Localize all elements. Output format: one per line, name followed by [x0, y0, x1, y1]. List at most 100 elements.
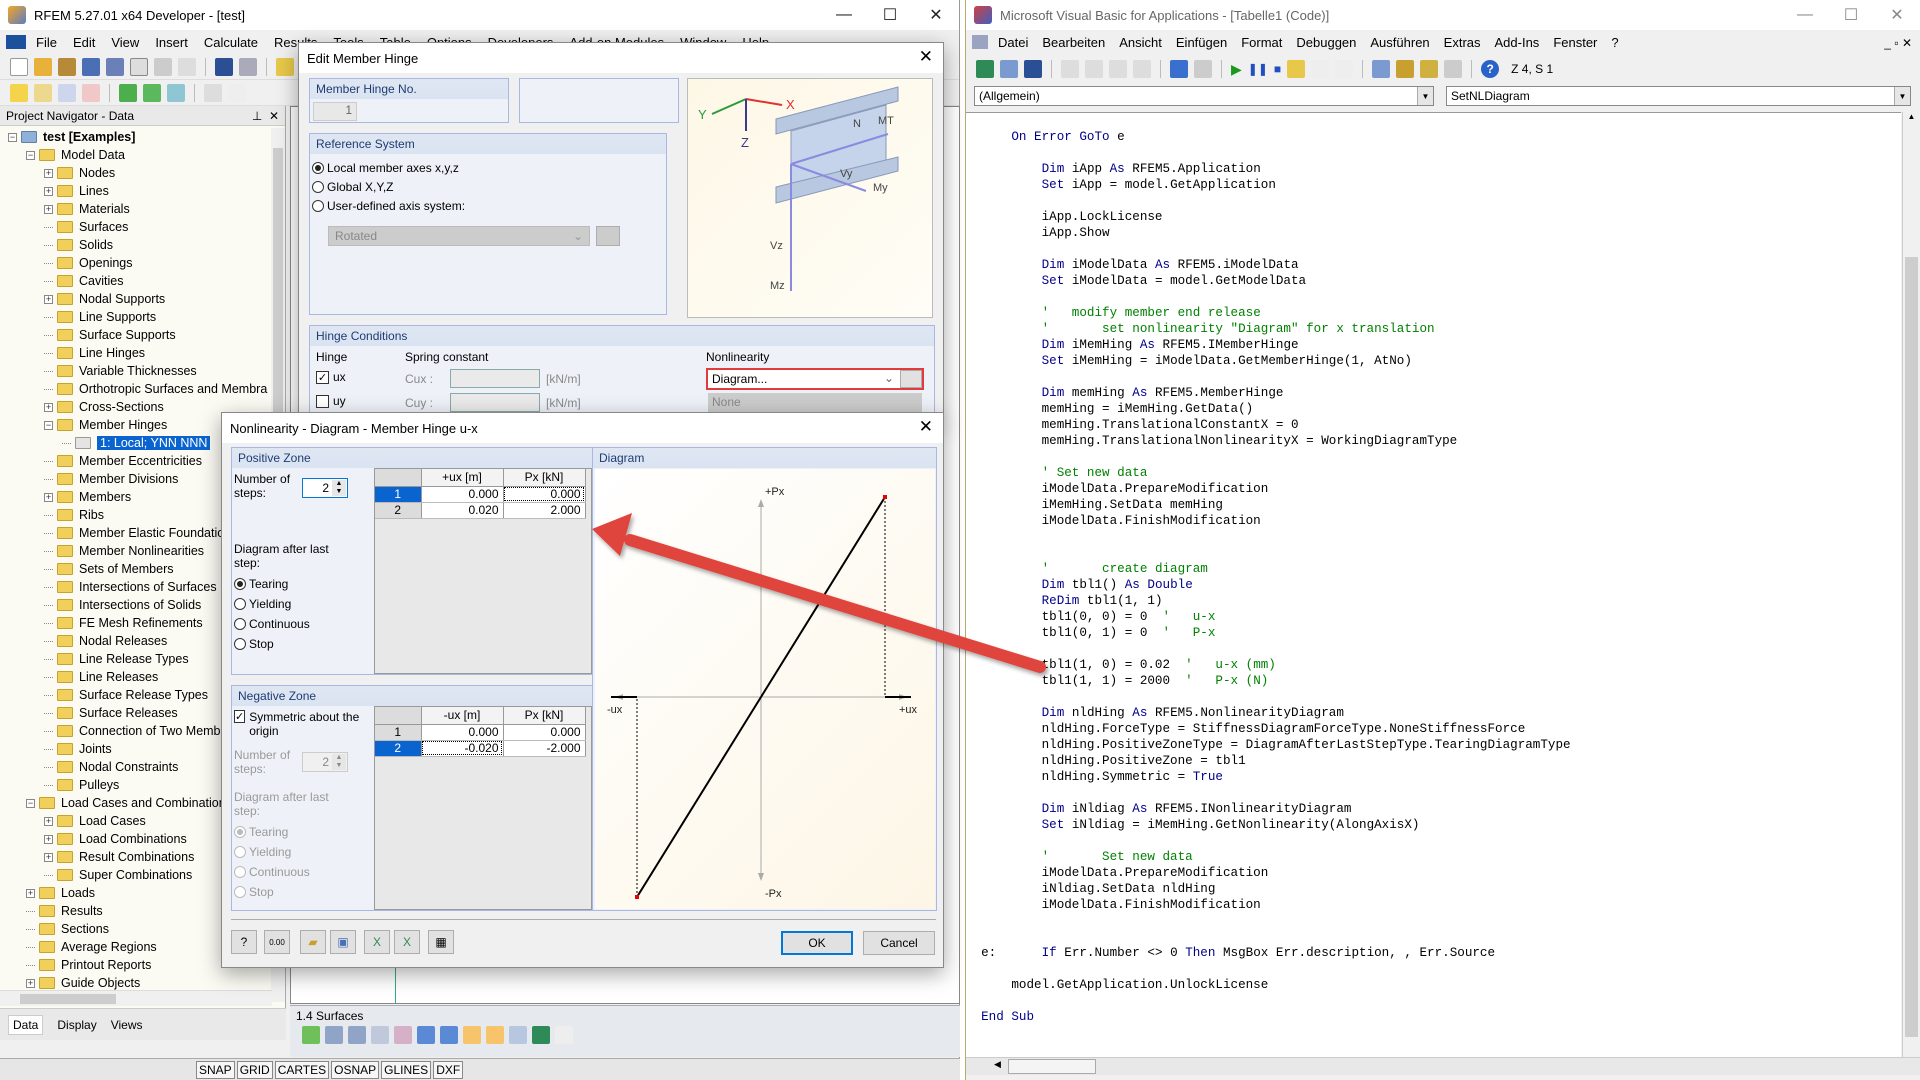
collapse-icon[interactable]: −: [26, 798, 35, 808]
collapse-icon[interactable]: −: [8, 132, 17, 142]
code-line[interactable]: iNldiag.SetData nldHing: [966, 881, 1901, 897]
collapse-icon[interactable]: −: [44, 420, 53, 430]
mdi-restore[interactable]: ▫: [1894, 36, 1898, 50]
chevron-down-icon[interactable]: ▼: [1417, 87, 1433, 105]
u-cell[interactable]: -0.020: [421, 740, 504, 757]
maximize-button[interactable]: ☐: [1828, 0, 1874, 30]
menu-ansicht[interactable]: Ansicht: [1119, 35, 1162, 50]
expand-icon[interactable]: +: [44, 168, 53, 178]
help-icon[interactable]: ?: [1481, 60, 1500, 78]
table-icon[interactable]: [302, 1026, 320, 1044]
menu-extras[interactable]: Extras: [1444, 35, 1481, 50]
menu-view[interactable]: View: [111, 35, 139, 50]
select-icon[interactable]: [463, 1026, 481, 1044]
new-member-icon[interactable]: [58, 83, 76, 102]
run-icon[interactable]: ▶: [1231, 61, 1242, 78]
redo-icon[interactable]: [239, 57, 257, 76]
code-line[interactable]: [966, 913, 1901, 929]
new-file-icon[interactable]: [10, 57, 28, 76]
nodal-support-icon[interactable]: [119, 83, 137, 102]
save-icon[interactable]: [106, 57, 124, 76]
reference-option[interactable]: User-defined axis system:: [312, 196, 664, 215]
menu-add-ins[interactable]: Add-Ins: [1495, 35, 1540, 50]
axis-system-edit-button[interactable]: [596, 226, 620, 246]
expand-icon[interactable]: +: [44, 492, 53, 502]
pause-icon[interactable]: ❚❚: [1248, 62, 1268, 76]
menu-bearbeiten[interactable]: Bearbeiten: [1042, 35, 1105, 50]
scrollbar-thumb[interactable]: [1905, 257, 1918, 1037]
filter-icon[interactable]: [371, 1026, 389, 1044]
chart-icon[interactable]: [394, 1026, 412, 1044]
tree-node[interactable]: Surface Supports: [0, 326, 272, 344]
excel-icon[interactable]: [532, 1026, 550, 1044]
prev-icon[interactable]: [417, 1026, 435, 1044]
code-line[interactable]: ' create diagram: [966, 561, 1901, 577]
expand-icon[interactable]: +: [44, 834, 53, 844]
nonlinearity-edit-button[interactable]: [900, 370, 922, 388]
code-line[interactable]: iModelData.PrepareModification: [966, 481, 1901, 497]
collapse-icon[interactable]: −: [26, 150, 35, 160]
code-line[interactable]: Dim iApp As RFEM5.Application: [966, 161, 1901, 177]
toolbox-icon[interactable]: [1444, 60, 1463, 78]
insert-row-icon[interactable]: [325, 1026, 343, 1044]
tree-node[interactable]: Openings: [0, 254, 272, 272]
code-line[interactable]: iApp.Show: [966, 225, 1901, 241]
code-line[interactable]: Set iModelData = model.GetModelData: [966, 273, 1901, 289]
expand-icon[interactable]: +: [44, 402, 53, 412]
code-line[interactable]: [966, 529, 1901, 545]
object-combo[interactable]: (Allgemein) ▼: [974, 86, 1434, 106]
spinner-arrows-icon[interactable]: ▲ ▼: [332, 754, 346, 770]
u-cell[interactable]: 0.000: [421, 486, 504, 503]
menu-edit[interactable]: Edit: [73, 35, 95, 50]
code-line[interactable]: [966, 785, 1901, 801]
code-line[interactable]: nldHing.Symmetric = True: [966, 769, 1901, 785]
menu-insert[interactable]: Insert: [155, 35, 188, 50]
code-line[interactable]: Dim iModelData As RFEM5.iModelData: [966, 257, 1901, 273]
surface-support-icon[interactable]: [167, 83, 185, 102]
close-button[interactable]: ✕: [1874, 0, 1920, 30]
code-line[interactable]: iModelData.FinishModification: [966, 897, 1901, 913]
row-header[interactable]: 2: [375, 740, 422, 757]
p-cell[interactable]: 0.000: [503, 724, 586, 741]
find-icon[interactable]: [1133, 60, 1151, 78]
chevron-down-icon[interactable]: ▼: [1894, 87, 1910, 105]
close-button[interactable]: ✕: [913, 0, 959, 30]
code-line[interactable]: [966, 193, 1901, 209]
code-line[interactable]: [966, 993, 1901, 1009]
status-toggle-glines[interactable]: GLINES: [381, 1060, 432, 1079]
line-support-icon[interactable]: [143, 83, 161, 102]
neg-steps-input[interactable]: 2 ▲ ▼: [302, 752, 348, 772]
expand-icon[interactable]: +: [44, 816, 53, 826]
maximize-button[interactable]: ☐: [867, 0, 913, 30]
p-cell[interactable]: 2.000: [503, 502, 586, 519]
code-line[interactable]: ' modify member end release: [966, 305, 1901, 321]
code-line[interactable]: Dim nldHing As RFEM5.NonlinearityDiagram: [966, 705, 1901, 721]
open-file-icon[interactable]: [34, 57, 52, 76]
code-line[interactable]: [966, 641, 1901, 657]
row-header[interactable]: 2: [375, 502, 422, 519]
menu-datei[interactable]: Datei: [998, 35, 1028, 50]
positive-option-stop[interactable]: Stop: [234, 634, 310, 654]
tree-node[interactable]: + Lines: [0, 182, 272, 200]
expand-icon[interactable]: +: [26, 888, 35, 898]
status-toggle-osnap[interactable]: OSNAP: [331, 1060, 380, 1079]
procedure-combo[interactable]: SetNLDiagram ▼: [1446, 86, 1911, 106]
formula-icon[interactable]: [555, 1026, 573, 1044]
code-line[interactable]: [966, 369, 1901, 385]
code-line[interactable]: Dim tbl1() As Double: [966, 577, 1901, 593]
radio-button[interactable]: [312, 180, 324, 193]
u-cell[interactable]: 0.000: [421, 724, 504, 741]
radio-button[interactable]: [312, 161, 324, 174]
scrollbar-thumb[interactable]: [273, 148, 283, 428]
code-line[interactable]: ' Set new data: [966, 849, 1901, 865]
tree-node[interactable]: Line Supports: [0, 308, 272, 326]
delete-row-icon[interactable]: [348, 1026, 366, 1044]
tree-node[interactable]: + Materials: [0, 200, 272, 218]
code-line[interactable]: [966, 961, 1901, 977]
code-line[interactable]: [966, 929, 1901, 945]
user-axis-select[interactable]: Rotated ⌄: [328, 226, 590, 246]
copy-icon[interactable]: [1085, 60, 1103, 78]
minimize-button[interactable]: —: [1782, 0, 1828, 30]
clipboard-icon[interactable]: [130, 57, 148, 76]
tree-node[interactable]: + Nodal Supports: [0, 290, 272, 308]
